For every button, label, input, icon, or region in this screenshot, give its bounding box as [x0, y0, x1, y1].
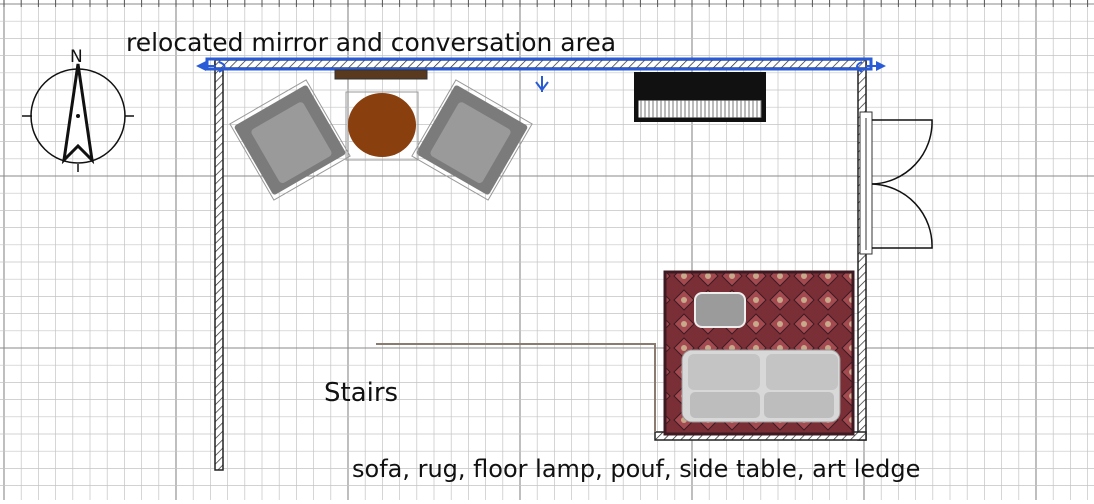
floorplan-canvas[interactable]: N relocated mirror and conversation area…	[0, 0, 1094, 500]
pouf-icon[interactable]	[694, 292, 746, 328]
left-wall[interactable]	[214, 61, 224, 471]
round-table-icon	[348, 93, 416, 157]
top-wall[interactable]	[214, 59, 867, 69]
stairs-outline[interactable]	[376, 343, 656, 432]
wall-midpoint-handle-icon[interactable]	[535, 76, 549, 92]
piano[interactable]	[634, 72, 766, 122]
compass-icon[interactable]: N	[22, 47, 134, 172]
living-group[interactable]	[663, 270, 855, 436]
floorplan-drawing[interactable]: N	[0, 0, 1094, 500]
bottom-note-label: sofa, rug, floor lamp, pouf, side table,…	[352, 455, 921, 483]
armchair-right[interactable]	[411, 79, 533, 201]
stairs-label: Stairs	[324, 378, 399, 408]
top-note-label: relocated mirror and conversation area	[126, 28, 617, 57]
grid-lines	[0, 0, 1094, 500]
round-table[interactable]	[345, 91, 419, 161]
armchair-left[interactable]	[229, 79, 351, 201]
mirror-icon[interactable]	[334, 69, 428, 80]
compass-north-letter: N	[70, 47, 83, 67]
double-door[interactable]	[859, 111, 933, 255]
sofa-icon[interactable]	[681, 349, 841, 423]
